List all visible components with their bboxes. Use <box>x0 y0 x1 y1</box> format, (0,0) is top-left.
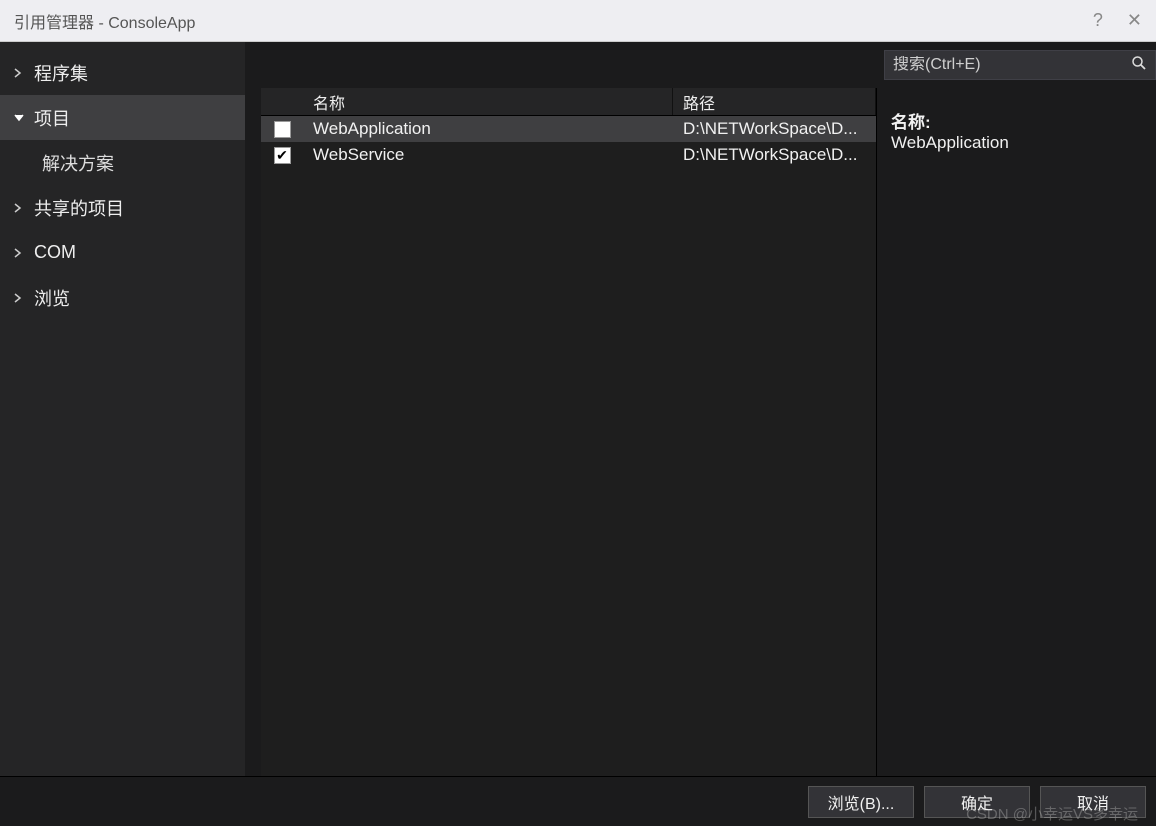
sidebar-item-projects[interactable]: 项目 <box>0 95 245 140</box>
detail-label: 名称: <box>891 108 1142 133</box>
content-row: 名称 路径 WebApplication D:\NETWorkSpace\D..… <box>245 88 1156 776</box>
titlebar-controls: ? ✕ <box>1093 10 1142 31</box>
sidebar-item-label: 程序集 <box>34 60 88 86</box>
table-row[interactable]: WebService D:\NETWorkSpace\D... <box>261 142 876 168</box>
sidebar-item-com[interactable]: COM <box>0 230 245 275</box>
sidebar-subitem-label: 解决方案 <box>42 150 114 176</box>
sidebar-item-shared[interactable]: 共享的项目 <box>0 185 245 230</box>
sidebar-item-assemblies[interactable]: 程序集 <box>0 50 245 95</box>
row-checkbox-cell[interactable] <box>261 147 303 164</box>
help-icon[interactable]: ? <box>1093 10 1103 31</box>
sidebar-item-label: 项目 <box>34 105 70 131</box>
chevron-down-icon <box>14 114 24 122</box>
body: 程序集 项目 解决方案 共享的项目 COM 浏览 <box>0 42 1156 776</box>
main-column: 名称 路径 WebApplication D:\NETWorkSpace\D..… <box>245 42 1156 776</box>
column-header-check[interactable] <box>261 88 303 115</box>
sidebar-item-browse[interactable]: 浏览 <box>0 275 245 320</box>
search-box[interactable] <box>884 50 1156 80</box>
row-name: WebService <box>303 145 673 165</box>
search-icon[interactable] <box>1131 55 1147 76</box>
row-checkbox-cell[interactable] <box>261 121 303 138</box>
ok-button[interactable]: 确定 <box>924 786 1030 818</box>
chevron-right-icon <box>14 293 24 303</box>
table-row[interactable]: WebApplication D:\NETWorkSpace\D... <box>261 116 876 142</box>
checkbox-icon[interactable] <box>274 121 291 138</box>
search-input[interactable] <box>893 56 1131 74</box>
window-title: 引用管理器 - ConsoleApp <box>14 9 195 33</box>
browse-button[interactable]: 浏览(B)... <box>808 786 914 818</box>
chevron-right-icon <box>14 68 24 78</box>
chevron-right-icon <box>14 203 24 213</box>
sidebar: 程序集 项目 解决方案 共享的项目 COM 浏览 <box>0 42 245 776</box>
search-row <box>245 42 1156 88</box>
row-path: D:\NETWorkSpace\D... <box>673 119 876 139</box>
cancel-button[interactable]: 取消 <box>1040 786 1146 818</box>
detail-value: WebApplication <box>891 133 1142 153</box>
projects-table: 名称 路径 WebApplication D:\NETWorkSpace\D..… <box>261 88 877 776</box>
sidebar-item-label: COM <box>34 242 76 263</box>
titlebar: 引用管理器 - ConsoleApp ? ✕ <box>0 0 1156 42</box>
checkbox-checked-icon[interactable] <box>274 147 291 164</box>
detail-pane: 名称: WebApplication <box>877 88 1156 776</box>
sidebar-item-label: 共享的项目 <box>34 195 124 221</box>
column-header-path[interactable]: 路径 <box>673 88 876 115</box>
footer: 浏览(B)... 确定 取消 CSDN @小幸运VS多幸运 <box>0 776 1156 826</box>
row-path: D:\NETWorkSpace\D... <box>673 145 876 165</box>
row-name: WebApplication <box>303 119 673 139</box>
close-icon[interactable]: ✕ <box>1127 10 1142 31</box>
chevron-right-icon <box>14 248 24 258</box>
column-header-name[interactable]: 名称 <box>303 88 673 115</box>
sidebar-item-label: 浏览 <box>34 285 70 311</box>
table-header: 名称 路径 <box>261 88 876 116</box>
sidebar-subitem-solution[interactable]: 解决方案 <box>0 140 245 185</box>
